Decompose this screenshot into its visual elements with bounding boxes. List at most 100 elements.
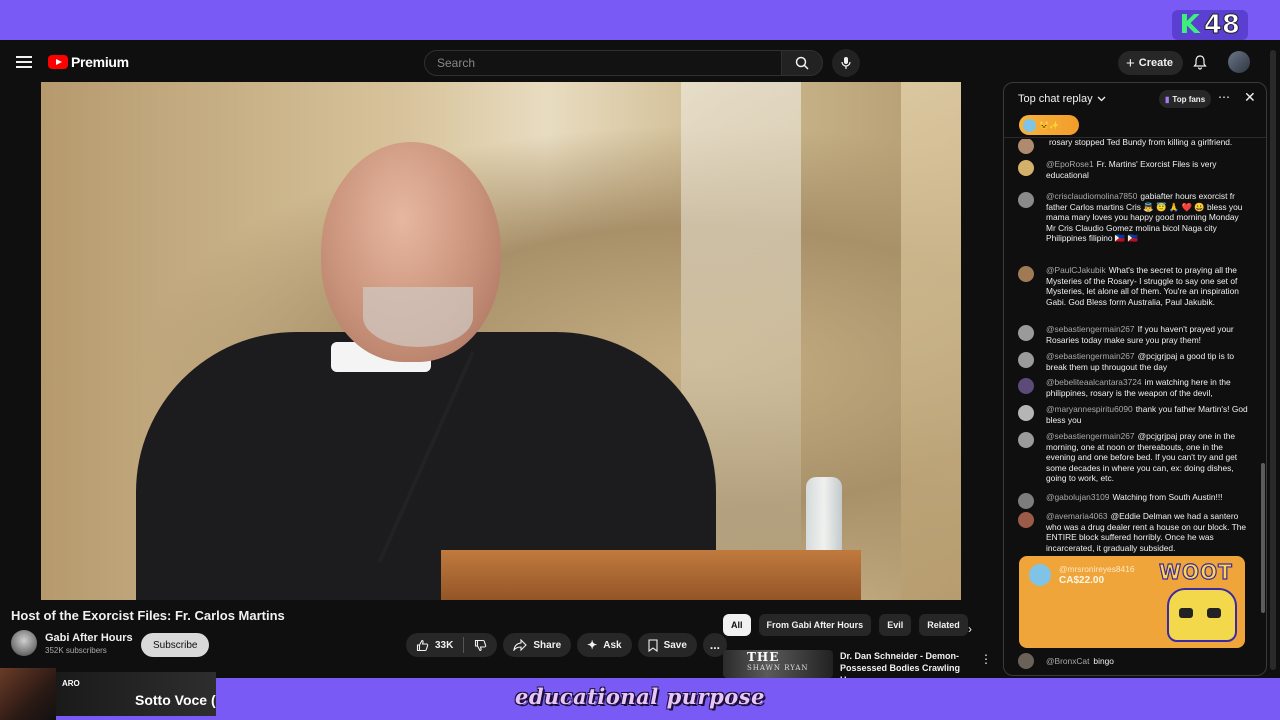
- microphone-icon: [841, 57, 851, 69]
- chip-all[interactable]: All: [723, 614, 751, 636]
- chat-author[interactable]: @sebastiengermain267: [1046, 351, 1135, 361]
- ticker-avatar: [1023, 118, 1036, 132]
- related-video-menu-icon[interactable]: ⋮: [980, 652, 992, 666]
- account-avatar[interactable]: [1228, 51, 1250, 73]
- voice-search-button[interactable]: [832, 49, 860, 77]
- search-input[interactable]: Search: [424, 50, 782, 76]
- chat-scrollbar[interactable]: [1261, 143, 1265, 675]
- chat-text: bingo: [1093, 656, 1114, 666]
- chat-author[interactable]: @bebeliteaalcantara3724: [1046, 377, 1142, 387]
- channel-name[interactable]: Gabi After Hours: [45, 632, 133, 644]
- chat-avatar[interactable]: [1018, 512, 1034, 528]
- chat-message: @maryannespiritu6090 thank you father Mar…: [1018, 404, 1248, 425]
- superchat-sticker[interactable]: @mrsronireyes8416 CA$22.00 WOOT: [1019, 556, 1245, 648]
- share-button[interactable]: Share: [503, 633, 572, 657]
- sticker-text: WOOT: [1158, 559, 1233, 584]
- chat-avatar[interactable]: [1018, 493, 1034, 509]
- subscribe-button[interactable]: Subscribe: [141, 633, 210, 657]
- chat-avatar[interactable]: [1018, 378, 1034, 394]
- ask-button[interactable]: ✦ Ask: [577, 633, 632, 657]
- chat-message: @sebastiengermain267 If you haven't praye…: [1018, 324, 1248, 345]
- chat-avatar[interactable]: [1018, 325, 1034, 341]
- chat-author[interactable]: @crisclaudiomolina7850: [1046, 191, 1137, 201]
- chat-message: @sebastiengermain267 @pcjgrjpaj pray one …: [1018, 431, 1248, 484]
- save-button[interactable]: Save: [637, 633, 697, 657]
- save-label: Save: [663, 639, 687, 651]
- chat-avatar[interactable]: [1018, 139, 1034, 154]
- chat-author[interactable]: @BronxCat: [1046, 656, 1089, 666]
- chat-avatar[interactable]: [1018, 405, 1034, 421]
- chat-author[interactable]: @sebastiengermain267: [1046, 431, 1135, 441]
- chip-from-channel[interactable]: From Gabi After Hours: [758, 614, 872, 636]
- share-label: Share: [533, 639, 562, 651]
- chat-message: @PaulCJakubik What's the secret to prayin…: [1018, 265, 1248, 307]
- live-chat-panel: Top chat replay ▮ Top fans ⋯ ✕ 🐱✨ rosary…: [1003, 82, 1267, 676]
- video-player[interactable]: [41, 82, 961, 600]
- youtube-logo[interactable]: Premium: [48, 54, 129, 70]
- related-filter-chips: All From Gabi After Hours Evil Related: [723, 614, 968, 636]
- chat-avatar[interactable]: [1018, 653, 1034, 669]
- chat-message: @BronxCat bingo: [1018, 653, 1114, 669]
- channel-badge: K 48: [1171, 10, 1248, 41]
- sparkle-icon: ✦: [587, 638, 598, 652]
- related-video-thumbnail[interactable]: THE SHAWN RYAN: [723, 650, 833, 678]
- create-button[interactable]: + Create: [1118, 51, 1184, 75]
- overlay-caption: educational purpose: [515, 684, 765, 709]
- badge-letter: K: [1179, 10, 1200, 40]
- chat-avatar[interactable]: [1018, 192, 1034, 208]
- youtube-window: Premium Search + Create Host of the Exor…: [0, 40, 1280, 678]
- chip-related[interactable]: Related: [919, 614, 968, 636]
- chat-avatar[interactable]: [1018, 160, 1034, 176]
- chat-mode-label: Top chat replay: [1018, 93, 1093, 105]
- chat-message: @EpoRose1 Fr. Martins' Exorcist Files is …: [1018, 159, 1248, 180]
- chat-more-icon[interactable]: ⋯: [1218, 90, 1230, 104]
- chat-author[interactable]: @EpoRose1: [1046, 159, 1094, 169]
- superchat-ticker[interactable]: 🐱✨: [1019, 115, 1079, 135]
- chevron-down-icon: [1097, 96, 1106, 102]
- video-actions: 33K Share ✦ Ask Save ...: [406, 633, 727, 657]
- chat-message: rosary stopped Ted Bundy from killing a …: [1018, 139, 1248, 154]
- chat-message: @gabolujan3109 Watching from South Austin…: [1018, 492, 1248, 509]
- chevron-right-icon[interactable]: ›: [968, 622, 972, 636]
- chat-avatar[interactable]: [1018, 432, 1034, 448]
- related-video-title[interactable]: Dr. Dan Schneider - Demon-Possessed Bodi…: [840, 650, 974, 678]
- chat-author[interactable]: @sebastiengermain267: [1046, 324, 1135, 334]
- chat-author[interactable]: @maryannespiritu6090: [1046, 404, 1133, 414]
- search-icon: [795, 56, 809, 70]
- logo-text: Premium: [71, 54, 129, 70]
- like-button[interactable]: 33K: [406, 633, 463, 657]
- page-scrollbar[interactable]: [1270, 50, 1276, 670]
- top-fans-button[interactable]: ▮ Top fans: [1159, 90, 1212, 108]
- superchat-avatar: [1029, 564, 1051, 586]
- chat-author[interactable]: @PaulCJakubik: [1046, 265, 1106, 275]
- cat-sticker-icon: [1167, 588, 1237, 642]
- notifications-button[interactable]: [1192, 54, 1208, 75]
- chat-mode-dropdown[interactable]: Top chat replay: [1018, 93, 1106, 105]
- video-frame-pillar: [901, 82, 961, 600]
- chart-icon: ▮: [1165, 94, 1170, 104]
- close-icon[interactable]: ✕: [1244, 89, 1256, 106]
- video-frame-podium: [441, 550, 861, 600]
- chat-author[interactable]: @gabolujan3109: [1046, 492, 1109, 502]
- chat-author[interactable]: @avemaria4063: [1046, 511, 1108, 521]
- chat-text: rosary stopped Ted Bundy from killing a …: [1049, 139, 1233, 147]
- share-icon: [513, 639, 528, 651]
- superchat-amount: CA$22.00: [1059, 575, 1105, 586]
- dislike-button[interactable]: [464, 633, 497, 657]
- chat-avatar[interactable]: [1018, 352, 1034, 368]
- menu-icon[interactable]: [16, 56, 32, 68]
- chip-evil[interactable]: Evil: [879, 614, 912, 636]
- youtube-play-icon: [48, 55, 68, 69]
- chat-message: @avemaria4063 @Eddie Delman we had a sant…: [1018, 511, 1248, 553]
- chat-avatar[interactable]: [1018, 266, 1034, 282]
- channel-avatar[interactable]: [11, 630, 37, 656]
- like-count: 33K: [435, 639, 454, 651]
- search-button[interactable]: [781, 50, 823, 76]
- video-title: Host of the Exorcist Files: Fr. Carlos M…: [11, 608, 285, 623]
- chat-message: @sebastiengermain267 @pcjgrjpaj a good ti…: [1018, 351, 1248, 372]
- create-label: Create: [1138, 57, 1174, 69]
- badge-number: 48: [1203, 10, 1240, 41]
- superchat-author[interactable]: @mrsronireyes8416: [1059, 564, 1135, 574]
- thumbnail-title: THE: [747, 650, 780, 664]
- chat-message: @bebeliteaalcantara3724 im watching here …: [1018, 377, 1248, 398]
